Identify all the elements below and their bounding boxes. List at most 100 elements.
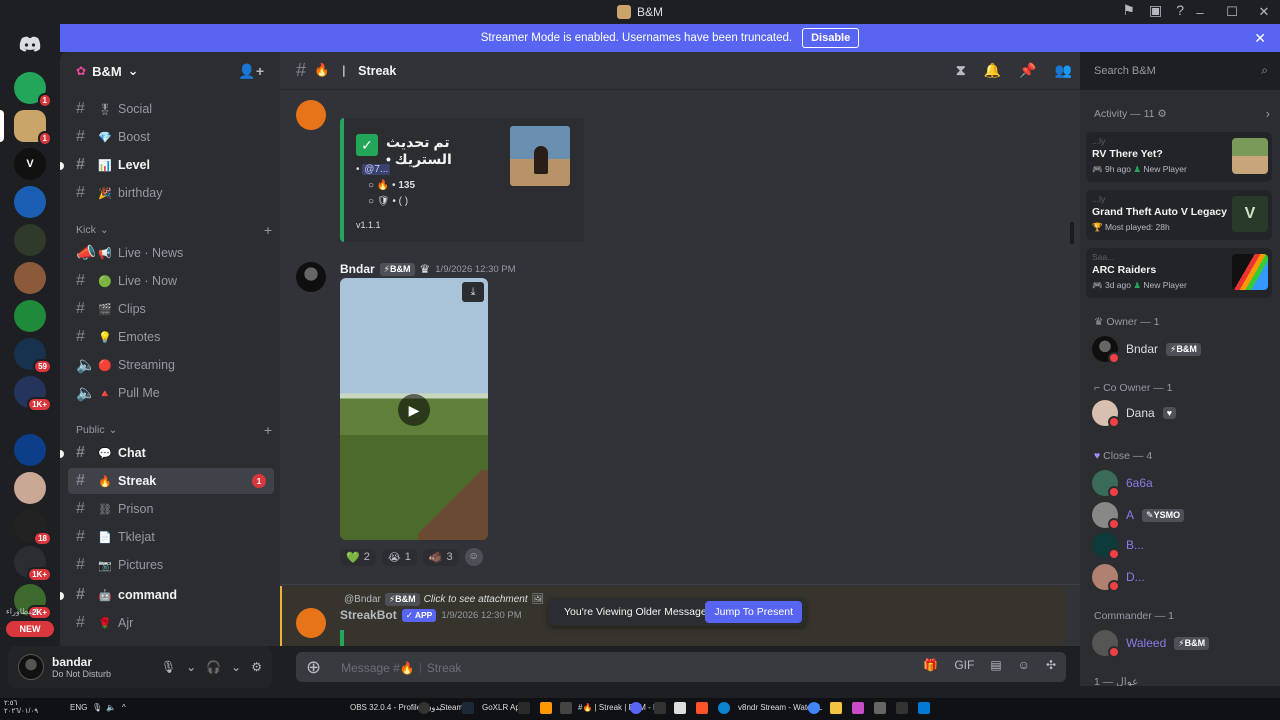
member-owner[interactable]: Bndar ⚡B&M [1092,336,1201,364]
server-icon-11[interactable] [14,472,46,504]
jump-to-present-button[interactable]: Jump To Present [705,601,802,623]
server-icon-8[interactable]: 59 [14,338,52,374]
member-commander[interactable]: Waleed ⚡B&M [1092,630,1210,658]
author-avatar[interactable] [296,262,326,292]
author-name[interactable]: StreakBot [340,608,397,622]
microphone-icon[interactable]: 🎙 [161,660,176,674]
reaction[interactable]: 😭 1 [381,548,417,566]
channel-live-news[interactable]: 📣 📢 Live · News [68,240,274,266]
channel-tklejat[interactable]: # 📄 Tklejat [68,524,274,550]
reply-reference[interactable]: @Bndar ⚡B&M Click to see attachment 🖼 [344,593,544,606]
scrollbar[interactable] [1070,222,1074,244]
message-composer[interactable]: ⊕ Message #🔥︱Streak 🎁 GIF ▤ ☺ ✣ [296,652,1066,682]
channel-command[interactable]: # 🤖 command [68,582,274,608]
server-icon-bm[interactable]: 1 [14,110,52,146]
member-close[interactable]: B... [1092,532,1144,560]
avatar[interactable] [18,654,44,680]
channel-pull-me[interactable]: 🔈 🔺 Pull Me [68,380,274,406]
sticker-icon[interactable]: ▤ [990,658,1001,672]
category-kick[interactable]: Kick ⌄ + [76,222,272,238]
inbox-icon[interactable]: ▣ [1149,2,1162,19]
app-icon[interactable] [874,702,886,714]
bell-icon[interactable]: 🔔 [984,62,1001,79]
emoji-icon[interactable]: ☺ [1018,658,1030,672]
server-icon-4[interactable] [14,186,46,218]
channel-prison[interactable]: # ⛓ Prison [68,496,274,522]
server-header[interactable]: ✿ B&M ⌄ 👤+ [60,52,280,90]
bot-avatar[interactable] [296,100,326,130]
member-list-icon[interactable]: 👥 [1055,62,1072,79]
chevron-down-icon[interactable]: ⌄ [231,660,241,674]
video-attachment[interactable]: ⤓ ▶ [340,278,488,540]
member-close[interactable]: 6a6a [1092,470,1153,498]
add-attachment-icon[interactable]: ⊕ [306,657,321,678]
create-channel-icon[interactable]: + [264,222,272,238]
server-icon-12[interactable]: 18 [14,510,52,546]
tray-chevron-icon[interactable]: ^ [122,703,126,712]
app-icon[interactable] [540,702,552,714]
channel-emotes[interactable]: # 💡 Emotes [68,324,274,350]
add-reaction-icon[interactable]: ☺ [464,548,483,566]
activity-card[interactable]: ...ly Grand Theft Auto V Legacy 🏆 Most p… [1086,190,1272,240]
search-input[interactable]: Search B&M ⌕ [1088,60,1274,82]
embed-thumbnail[interactable] [510,126,570,186]
mic-tray-icon[interactable]: 🎙 [92,703,102,712]
chrome-icon[interactable] [808,702,820,714]
create-channel-icon[interactable]: + [264,422,272,438]
new-badge[interactable]: NEW [6,621,54,637]
flag-icon[interactable]: ⚑ [1122,2,1135,19]
app-icon[interactable] [654,702,666,714]
member-coowner[interactable]: Dana ♥ [1092,400,1177,428]
clock[interactable]: ٢:٥٦ ٢٠٢٦/٠١/٠٩ [4,700,38,716]
chevron-down-icon[interactable]: ⌄ [186,660,196,674]
channel-boost[interactable]: # 💎 Boost [68,124,274,150]
play-icon[interactable]: ▶ [398,394,430,426]
edge-icon[interactable] [718,702,730,714]
user-mention[interactable]: @7... [362,164,391,175]
pin-icon[interactable]: 📌 [1019,62,1036,79]
taskbar-item-steam[interactable]: Steam [440,703,463,712]
close-window-icon[interactable]: ✕ [1248,4,1280,20]
activity-card[interactable]: Saa... ARC Raiders 🎮 3d ago ♟ New Player [1086,248,1272,298]
gift-icon[interactable]: 🎁 [923,658,938,672]
channel-social[interactable]: # 🎖 Social [68,96,274,122]
member-close[interactable]: D... [1092,564,1145,592]
author-name[interactable]: Bndar [340,262,375,276]
user-panel[interactable]: bandar Do Not Disturb 🎙 ⌄ 🎧 ⌄ ⚙ [8,646,272,688]
volume-icon[interactable]: 🔈 [106,703,116,712]
reaction[interactable]: 💚 2 [340,548,376,566]
search-icon[interactable] [896,702,908,714]
invite-people-icon[interactable]: 👤+ [238,63,264,80]
activity-card[interactable]: ...ly RV There Yet? 🎮 9h ago ♟ New Playe… [1086,132,1272,182]
server-icon-5[interactable] [14,224,46,256]
channel-pictures[interactable]: # 📷 Pictures [68,552,274,578]
start-icon[interactable] [918,702,930,714]
download-icon[interactable]: ⤓ [462,282,484,302]
category-public[interactable]: Public ⌄ + [76,422,272,438]
channel-ajr[interactable]: # 🌹 Ajr [68,610,274,636]
server-icon-9[interactable]: 1K+ [14,376,52,412]
channel-clips[interactable]: # 🎬 Clips [68,296,274,322]
apps-icon[interactable]: ✣ [1046,658,1056,672]
channel-chat[interactable]: # 💬 Chat [68,440,274,466]
discord-home-icon[interactable] [14,32,46,56]
channel-live-now[interactable]: # 🟢 Live · Now [68,268,274,294]
app-icon[interactable] [560,702,572,714]
app-icon[interactable] [674,702,686,714]
channel-level[interactable]: # 📊 Level [68,152,274,178]
language-indicator[interactable]: ENG [70,703,87,712]
channel-birthday[interactable]: # 🎉 birthday [68,180,274,206]
taskbar-item-discord[interactable]: #🔥 | Streak | B&M - Dis [578,703,665,712]
server-icon-v[interactable]: V [14,148,46,180]
server-icon-7[interactable] [14,300,46,332]
channel-streaming[interactable]: 🔈 🔴 Streaming [68,352,274,378]
minimize-icon[interactable]: – [1184,5,1216,20]
server-icon-6[interactable] [14,262,46,294]
app-icon[interactable] [852,702,864,714]
close-icon[interactable]: ✕ [1254,30,1266,47]
message-input[interactable]: Message #🔥︱Streak [341,659,461,676]
help-icon[interactable]: ? [1176,2,1184,19]
maximize-icon[interactable]: ☐ [1216,4,1248,20]
gear-icon[interactable]: ⚙ [251,660,262,674]
reaction[interactable]: 🐗 3 [422,548,459,566]
